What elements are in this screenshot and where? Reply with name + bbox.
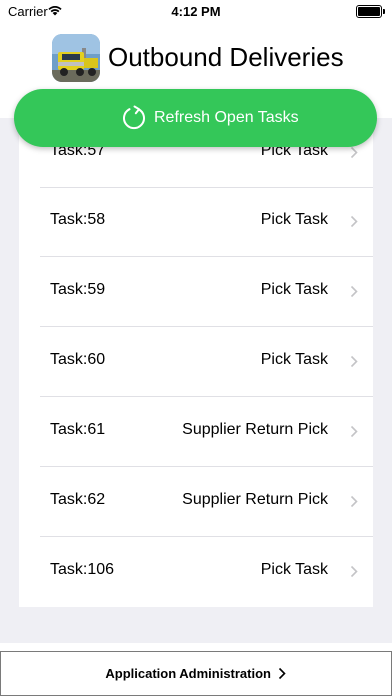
task-type: Pick Task [260,211,328,228]
task-list-background[interactable]: Task:57 Pick Task Task:58 Pick Task Task… [0,118,392,643]
table-row[interactable]: Task:60 Pick Task [19,327,373,397]
chevron-right-icon [350,215,358,228]
admin-button-label: Application Administration [105,666,271,681]
task-name: Task:60 [50,351,106,368]
task-name: Task:58 [50,211,106,228]
task-type: Supplier Return Pick [182,421,328,438]
task-type: Pick Task [260,561,328,578]
clock: 4:12 PM [171,4,221,19]
truck-logo [52,34,100,82]
status-bar: Carrier 4:12 PM [0,0,392,22]
application-administration-button[interactable]: Application Administration [0,651,392,696]
task-type: Pick Task [260,281,328,298]
refresh-open-tasks-button[interactable]: Refresh Open Tasks [14,89,377,147]
task-name: Task:106 [50,561,115,578]
chevron-right-icon [350,285,358,298]
table-row[interactable]: Task:58 Pick Task [19,187,373,257]
table-row[interactable]: Task:106 Pick Task [19,537,373,607]
task-type: Supplier Return Pick [182,491,328,508]
page-title: Outbound Deliveries [108,42,344,72]
refresh-button-label: Refresh Open Tasks [154,109,299,126]
refresh-icon [123,105,145,130]
chevron-right-icon [350,565,358,578]
task-name: Task:61 [50,421,106,438]
task-name: Task:59 [50,281,106,298]
table-row[interactable]: Task:62 Supplier Return Pick [19,467,373,537]
table-row[interactable]: Task:61 Supplier Return Pick [19,397,373,467]
task-list[interactable]: Task:57 Pick Task Task:58 Pick Task Task… [19,118,373,607]
task-name: Task:62 [50,491,106,508]
chevron-right-icon [278,667,286,680]
table-row[interactable]: Task:59 Pick Task [19,257,373,327]
chevron-right-icon [350,146,358,159]
battery-icon [356,5,385,18]
chevron-right-icon [350,355,358,368]
chevron-right-icon [350,425,358,438]
chevron-right-icon [350,495,358,508]
task-type: Pick Task [260,351,328,368]
